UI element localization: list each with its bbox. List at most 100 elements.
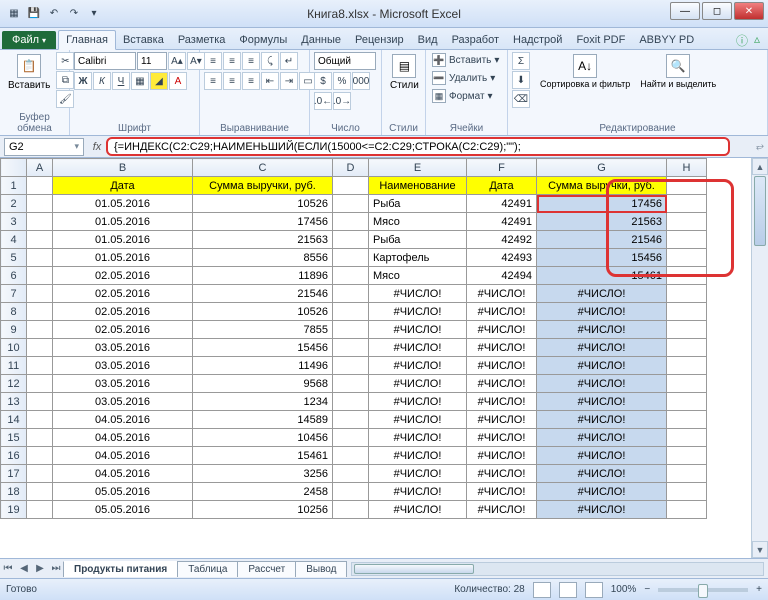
ribbon-tab-0[interactable]: Главная bbox=[58, 30, 116, 50]
cell[interactable] bbox=[27, 429, 53, 447]
ribbon-tab-10[interactable]: ABBYY PD bbox=[632, 31, 701, 49]
cell[interactable]: #ЧИСЛО! bbox=[537, 303, 667, 321]
cell[interactable] bbox=[333, 249, 369, 267]
vertical-scrollbar[interactable]: ▲ ▼ bbox=[751, 158, 768, 558]
col-header[interactable]: C bbox=[193, 159, 333, 177]
cell[interactable] bbox=[667, 375, 707, 393]
sheet-tab[interactable]: Рассчет bbox=[237, 561, 296, 577]
bold-button[interactable]: Ж bbox=[74, 72, 92, 90]
cell[interactable]: #ЧИСЛО! bbox=[537, 321, 667, 339]
cell[interactable] bbox=[27, 285, 53, 303]
cell[interactable]: #ЧИСЛО! bbox=[537, 393, 667, 411]
cell[interactable]: #ЧИСЛО! bbox=[467, 483, 537, 501]
cell[interactable]: #ЧИСЛО! bbox=[369, 465, 467, 483]
ribbon-tab-2[interactable]: Разметка bbox=[171, 31, 233, 49]
sheet-nav-next-icon[interactable]: ▶ bbox=[32, 563, 48, 574]
cell[interactable]: 42491 bbox=[467, 195, 537, 213]
cell[interactable]: 03.05.2016 bbox=[53, 339, 193, 357]
cell[interactable] bbox=[333, 411, 369, 429]
cell[interactable]: 1234 bbox=[193, 393, 333, 411]
cell[interactable]: 2458 bbox=[193, 483, 333, 501]
row-header[interactable]: 6 bbox=[1, 267, 27, 285]
cell[interactable] bbox=[333, 267, 369, 285]
formula-input[interactable]: {=ИНДЕКС(C2:C29;НАИМЕНЬШИЙ(ЕСЛИ(15000<=C… bbox=[106, 137, 730, 156]
cell[interactable]: #ЧИСЛО! bbox=[467, 285, 537, 303]
cell[interactable] bbox=[27, 267, 53, 285]
align-bot-icon[interactable]: ≡ bbox=[242, 52, 260, 70]
cell[interactable] bbox=[27, 213, 53, 231]
cell[interactable] bbox=[333, 393, 369, 411]
sort-filter-button[interactable]: A↓ Сортировка и фильтр bbox=[536, 52, 634, 91]
cell[interactable]: Рыба bbox=[369, 195, 467, 213]
cell[interactable]: #ЧИСЛО! bbox=[369, 339, 467, 357]
zoom-in-icon[interactable]: + bbox=[756, 584, 762, 595]
cell[interactable]: 21546 bbox=[193, 285, 333, 303]
row-header[interactable]: 7 bbox=[1, 285, 27, 303]
zoom-out-icon[interactable]: − bbox=[644, 584, 650, 595]
select-all[interactable] bbox=[1, 159, 27, 177]
paste-button[interactable]: 📋 Вставить bbox=[4, 52, 54, 93]
scroll-up-icon[interactable]: ▲ bbox=[752, 158, 768, 175]
cell[interactable] bbox=[27, 447, 53, 465]
align-mid-icon[interactable]: ≡ bbox=[223, 52, 241, 70]
indent-inc-icon[interactable]: ⇥ bbox=[280, 72, 298, 90]
cell[interactable]: 05.05.2016 bbox=[53, 483, 193, 501]
row-header[interactable]: 10 bbox=[1, 339, 27, 357]
close-button[interactable]: ✕ bbox=[734, 2, 764, 20]
font-color-button[interactable]: A bbox=[169, 72, 187, 90]
save-icon[interactable]: 💾 bbox=[26, 6, 42, 22]
row-header[interactable]: 12 bbox=[1, 375, 27, 393]
cell[interactable] bbox=[333, 357, 369, 375]
cell[interactable] bbox=[333, 321, 369, 339]
cell[interactable]: #ЧИСЛО! bbox=[467, 339, 537, 357]
name-box[interactable]: G2 bbox=[4, 138, 84, 156]
cell[interactable]: 42492 bbox=[467, 231, 537, 249]
cell[interactable]: 15456 bbox=[537, 249, 667, 267]
cell[interactable]: 02.05.2016 bbox=[53, 267, 193, 285]
cell[interactable]: 10256 bbox=[193, 501, 333, 519]
cell[interactable] bbox=[27, 483, 53, 501]
cell[interactable] bbox=[27, 411, 53, 429]
col-header[interactable]: G bbox=[537, 159, 667, 177]
orientation-icon[interactable]: ⤹ bbox=[261, 52, 279, 70]
align-left-icon[interactable]: ≡ bbox=[204, 72, 222, 90]
cell[interactable] bbox=[27, 177, 53, 195]
cell[interactable] bbox=[333, 339, 369, 357]
cell[interactable] bbox=[333, 303, 369, 321]
cell[interactable]: #ЧИСЛО! bbox=[537, 447, 667, 465]
cell[interactable]: Мясо bbox=[369, 213, 467, 231]
cell[interactable]: Мясо bbox=[369, 267, 467, 285]
undo-icon[interactable]: ↶ bbox=[46, 6, 62, 22]
cell[interactable]: #ЧИСЛО! bbox=[467, 447, 537, 465]
cell[interactable]: #ЧИСЛО! bbox=[369, 375, 467, 393]
cell[interactable]: 10456 bbox=[193, 429, 333, 447]
row-header[interactable]: 15 bbox=[1, 429, 27, 447]
cell[interactable]: #ЧИСЛО! bbox=[467, 465, 537, 483]
row-header[interactable]: 9 bbox=[1, 321, 27, 339]
comma-icon[interactable]: 000 bbox=[352, 72, 370, 90]
help-icon[interactable]: ⓘ bbox=[736, 32, 748, 49]
cell[interactable]: #ЧИСЛО! bbox=[369, 357, 467, 375]
cell[interactable] bbox=[333, 195, 369, 213]
cell[interactable]: #ЧИСЛО! bbox=[369, 285, 467, 303]
format-cells-button[interactable]: ▦Формат ▾ bbox=[430, 88, 495, 104]
cell[interactable]: Картофель bbox=[369, 249, 467, 267]
cell[interactable]: 04.05.2016 bbox=[53, 411, 193, 429]
cell[interactable] bbox=[667, 357, 707, 375]
hscroll-thumb[interactable] bbox=[354, 564, 474, 574]
col-header[interactable]: A bbox=[27, 159, 53, 177]
cell[interactable] bbox=[667, 447, 707, 465]
cell[interactable]: 02.05.2016 bbox=[53, 285, 193, 303]
cell[interactable]: 21563 bbox=[193, 231, 333, 249]
cell[interactable]: 14589 bbox=[193, 411, 333, 429]
cell[interactable] bbox=[667, 411, 707, 429]
cell[interactable]: 01.05.2016 bbox=[53, 249, 193, 267]
row-header[interactable]: 18 bbox=[1, 483, 27, 501]
col-header[interactable]: F bbox=[467, 159, 537, 177]
cell[interactable] bbox=[667, 177, 707, 195]
cell[interactable]: #ЧИСЛО! bbox=[537, 339, 667, 357]
row-header[interactable]: 16 bbox=[1, 447, 27, 465]
worksheet-grid[interactable]: ABCDEFGH1ДатаСумма выручки, руб.Наименов… bbox=[0, 158, 751, 558]
cell[interactable] bbox=[667, 483, 707, 501]
cell[interactable] bbox=[667, 321, 707, 339]
